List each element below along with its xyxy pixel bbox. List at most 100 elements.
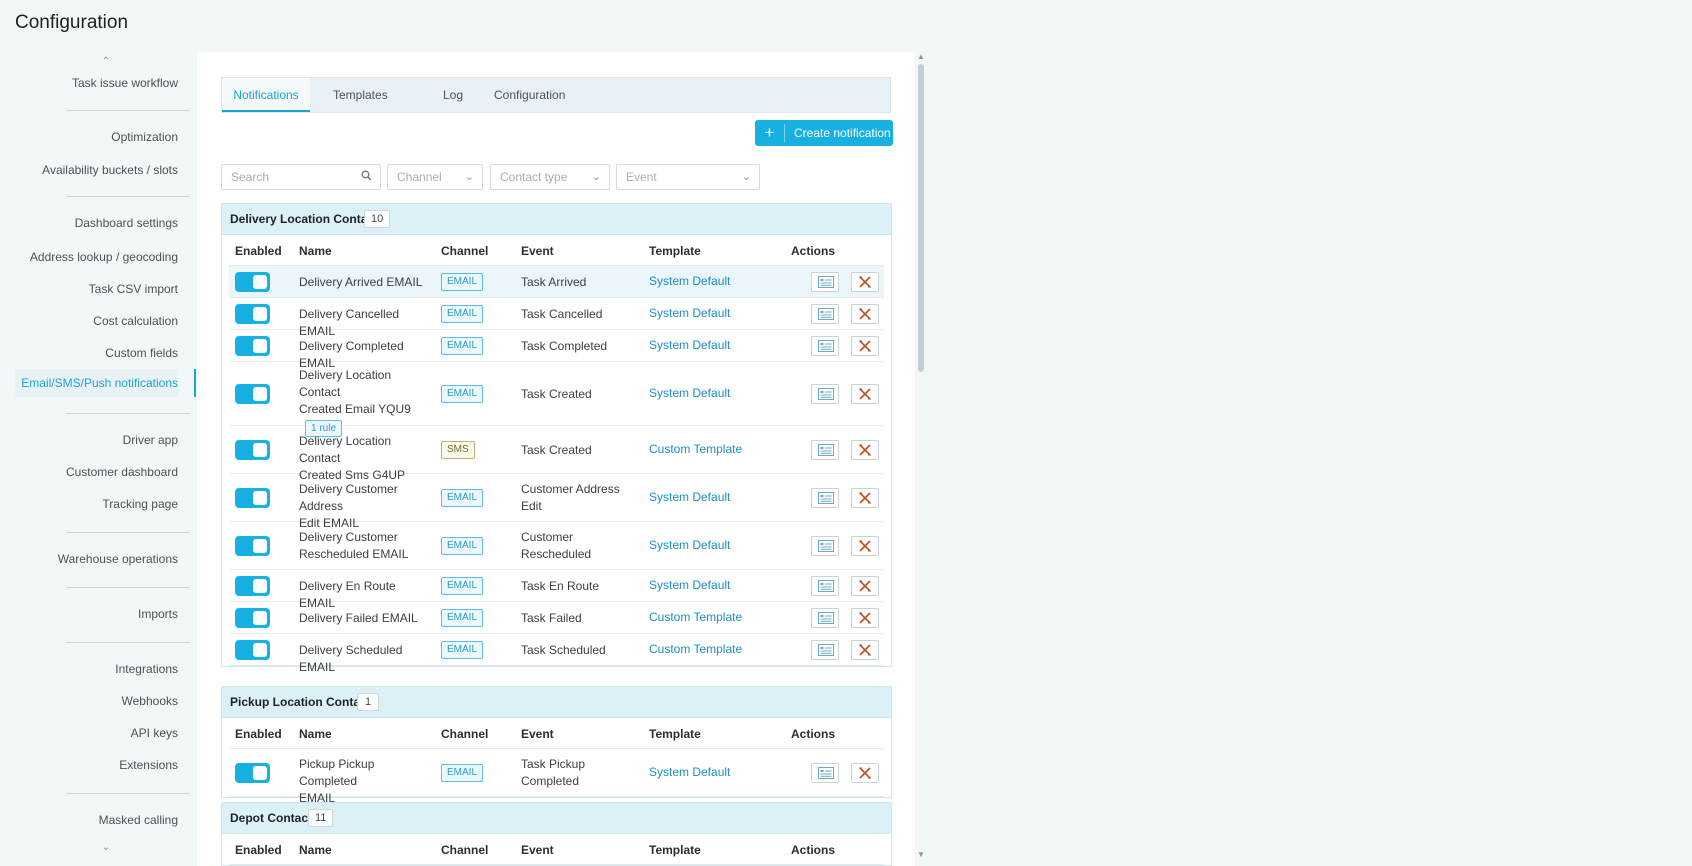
panel-scrollbar[interactable]: ▲ ▼ [916,52,926,860]
table-header: Enabled Name Channel Event Template Actions [229,718,884,749]
edit-button[interactable] [811,488,839,508]
template-link[interactable]: System Default [649,765,730,779]
enabled-toggle[interactable] [235,608,270,628]
template-link[interactable]: System Default [649,386,730,400]
search-input[interactable]: Search [221,164,381,190]
sidebar-item-masked-calling[interactable]: Masked calling [99,813,178,827]
table-row: Delivery Scheduled EMAIL EMAIL Task Schedu… [229,634,884,674]
channel-badge: EMAIL [441,537,484,555]
edit-button[interactable] [811,608,839,628]
template-link[interactable]: Custom Template [649,442,742,456]
enabled-toggle[interactable] [235,272,270,292]
delete-button[interactable] [851,272,879,292]
edit-button[interactable] [811,304,839,324]
sidebar-item-webhooks[interactable]: Webhooks [122,694,178,708]
delete-button[interactable] [851,488,879,508]
enabled-toggle[interactable] [235,640,270,660]
sidebar-item-tracking-page[interactable]: Tracking page [102,497,178,511]
edit-button[interactable] [811,384,839,404]
sidebar-item-task-csv-import[interactable]: Task CSV import [89,282,178,296]
column-header-name: Name [299,727,332,741]
event-select[interactable]: Event ⌄ [616,164,760,190]
sidebar-item-task-issue-workflow[interactable]: Task issue workflow [72,76,178,90]
column-header-channel: Channel [441,843,489,857]
sidebar-item-notifications[interactable]: Email/SMS/Push notifications [15,369,178,397]
channel-badge: EMAIL [441,273,484,291]
enabled-toggle[interactable] [235,440,270,460]
tab-templates[interactable]: Templates [333,78,388,112]
event-line: Task Created [521,442,592,457]
sidebar-item-integrations[interactable]: Integrations [115,662,178,676]
sidebar-item-api-keys[interactable]: API keys [131,726,178,740]
edit-button[interactable] [811,576,839,596]
search-placeholder: Search [231,170,270,184]
template-link[interactable]: System Default [649,306,730,320]
tab-configuration[interactable]: Configuration [494,78,565,112]
delete-button[interactable] [851,608,879,628]
edit-button[interactable] [811,272,839,292]
template-link[interactable]: System Default [649,274,730,288]
edit-button[interactable] [811,536,839,556]
sidebar-divider [66,196,190,197]
notification-name-line: Delivery Location Contact [299,368,392,399]
template-link[interactable]: System Default [649,578,730,592]
notification-group: Delivery Location Contact 10 Enabled Name Ch… [221,203,892,674]
notification-name-line: Delivery Scheduled EMAIL [299,642,403,674]
sidebar-scroll-down-icon[interactable]: ⌄ [100,842,112,853]
delete-button[interactable] [851,536,879,556]
sidebar-item-availability-buckets[interactable]: Availability buckets / slots [42,163,178,177]
delete-button[interactable] [851,440,879,460]
delete-button[interactable] [851,304,879,324]
edit-button[interactable] [811,640,839,660]
column-header-event: Event [521,727,554,741]
scroll-down-icon[interactable]: ▼ [916,850,926,859]
contact-type-select[interactable]: Contact type ⌄ [490,164,610,190]
sidebar-item-cost-calculation[interactable]: Cost calculation [93,314,178,328]
notification-name: Delivery Scheduled EMAIL [299,642,435,676]
sidebar-item-extensions[interactable]: Extensions [119,758,178,772]
group-header: Pickup Location Contact 1 [222,687,891,718]
enabled-toggle[interactable] [235,336,270,356]
template-link[interactable]: Custom Template [649,610,742,624]
template-link[interactable]: System Default [649,490,730,504]
enabled-toggle[interactable] [235,536,270,556]
sidebar-item-address-lookup[interactable]: Address lookup / geocoding [30,250,178,264]
sidebar-item-customer-dashboard[interactable]: Customer dashboard [66,465,178,479]
sidebar-item-warehouse-operations[interactable]: Warehouse operations [58,552,178,566]
sidebar-item-dashboard-settings[interactable]: Dashboard settings [75,216,178,230]
scrollbar-thumb[interactable] [918,64,924,372]
sidebar-item-driver-app[interactable]: Driver app [123,433,178,447]
template-link[interactable]: Custom Template [649,642,742,656]
enabled-toggle[interactable] [235,488,270,508]
edit-button[interactable] [811,763,839,783]
sidebar-item-imports[interactable]: Imports [138,607,178,621]
delete-button[interactable] [851,763,879,783]
sidebar-item-optimization[interactable]: Optimization [111,130,178,144]
scroll-up-icon[interactable]: ▲ [916,52,926,61]
enabled-toggle[interactable] [235,384,270,404]
enabled-toggle[interactable] [235,763,270,783]
event-line: Edit [521,499,542,513]
delete-button[interactable] [851,576,879,596]
notification-name-line: Delivery Location Contact [299,434,392,465]
create-notification-button[interactable]: + Create notification [755,120,893,146]
delete-button[interactable] [851,336,879,356]
sidebar-scroll-up-icon[interactable]: ⌃ [100,56,112,67]
delete-button[interactable] [851,640,879,660]
edit-button[interactable] [811,336,839,356]
delete-button[interactable] [851,384,879,404]
template-link[interactable]: System Default [649,338,730,352]
edit-button[interactable] [811,440,839,460]
enabled-toggle[interactable] [235,576,270,596]
notification-name: Delivery Failed EMAIL [299,610,435,627]
sidebar-item-custom-fields[interactable]: Custom fields [105,346,178,360]
table-row: Delivery En Route EMAIL EMAIL Task En Rout… [229,570,884,610]
channel-select[interactable]: Channel ⌄ [387,164,483,190]
search-icon [361,165,372,189]
tab-log[interactable]: Log [443,78,463,112]
event-line: Customer [521,530,574,544]
template-link[interactable]: System Default [649,538,730,552]
tab-notifications[interactable]: Notifications [222,78,310,112]
enabled-toggle[interactable] [235,304,270,324]
channel-badge: EMAIL [441,641,484,659]
